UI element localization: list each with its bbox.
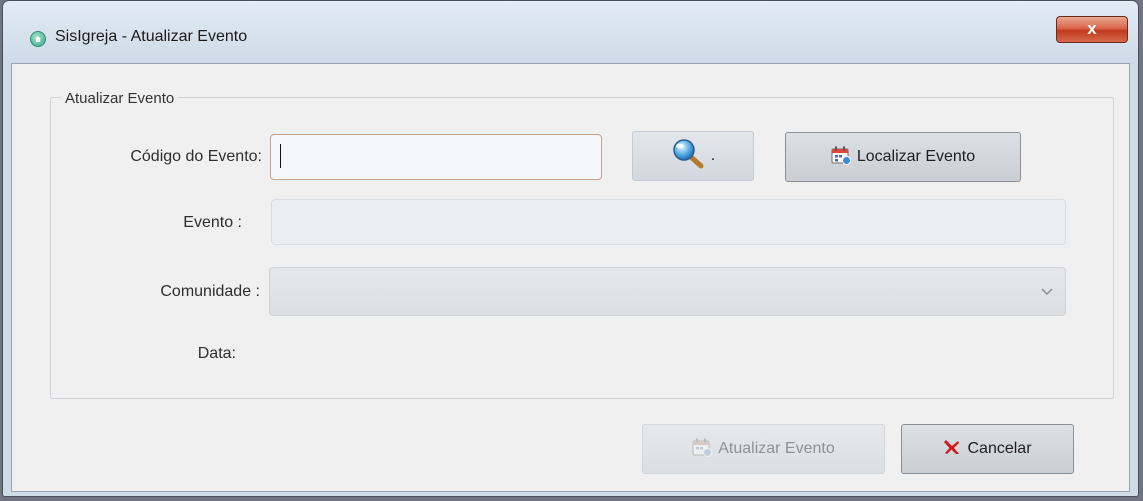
community-select[interactable] [269,267,1066,316]
dialog-body: Atualizar Evento Código do Evento: . Loc… [11,63,1130,492]
search-button[interactable]: . [632,131,754,181]
magnifier-icon [671,138,705,174]
house-icon [30,31,46,47]
code-label: Código do Evento: [130,148,262,165]
group-title: Atualizar Evento [61,90,179,107]
event-code-input[interactable] [270,134,602,180]
title-bar[interactable]: SisIgreja - Atualizar Evento x [3,1,1138,63]
text-caret [280,144,281,168]
date-label: Data: [197,345,236,362]
calendar-icon [831,145,851,170]
close-button[interactable]: x [1056,16,1128,43]
update-event-label: Atualizar Evento [718,440,835,457]
cancel-label: Cancelar [967,440,1032,457]
community-label: Comunidade : [160,283,260,300]
search-button-label: . [710,147,716,164]
locate-event-button[interactable]: Localizar Evento [785,132,1021,182]
window-title: SisIgreja - Atualizar Evento [55,28,248,45]
event-label: Evento : [183,214,242,231]
dialog-window: SisIgreja - Atualizar Evento x Atualizar… [2,0,1139,497]
locate-event-label: Localizar Evento [856,148,976,165]
chevron-down-icon[interactable] [1041,284,1053,296]
cancel-button[interactable]: Cancelar [901,424,1074,474]
calendar-icon [692,437,713,462]
event-name-field[interactable] [271,199,1066,245]
red-x-icon [943,438,961,461]
update-event-button[interactable]: Atualizar Evento [642,424,885,474]
